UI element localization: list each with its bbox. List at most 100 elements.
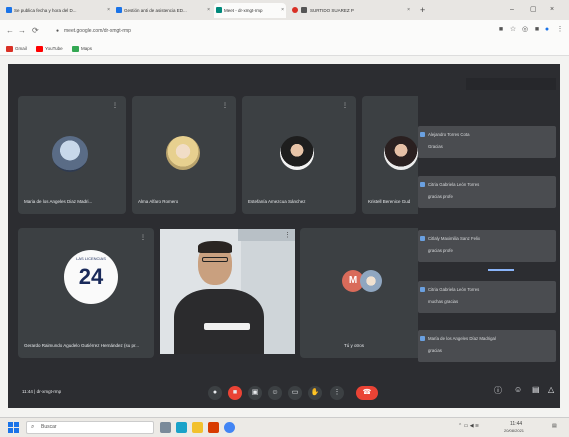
close-tab-icon[interactable]: × [107, 3, 110, 18]
presenter-hair [198, 241, 232, 253]
captions-icon[interactable]: ▣ [248, 386, 262, 400]
logo-caption: LAS LICENCIAS [76, 256, 106, 261]
taskbar-search-box[interactable]: ⌕ Buscar [26, 421, 154, 434]
people-icon[interactable]: ☺ [514, 385, 522, 394]
browser-tab[interactable]: SURTIDO SUAREZ P × [290, 3, 412, 18]
tab-favicon-icon [6, 7, 12, 13]
close-tab-icon[interactable]: × [281, 3, 284, 18]
participant-tile[interactable]: ⋮ Alma Alfaro Romero [132, 96, 236, 214]
browser-tab-bar: Se publica fecha y hora del D... × Gesti… [0, 0, 569, 20]
taskview-icon[interactable] [160, 422, 171, 433]
chat-message: Citria Gabriela León Torres muchas graci… [418, 281, 556, 313]
activities-icon[interactable]: △ [548, 385, 554, 394]
tab-label: Gestión anti de asistencia ED... [124, 8, 187, 13]
close-window-icon[interactable]: × [550, 3, 554, 17]
video-overlay-bar [204, 323, 250, 330]
more-options-icon[interactable]: ⋮ [222, 102, 228, 109]
more-icon[interactable]: ⋮ [330, 386, 344, 400]
windows-start-icon[interactable] [8, 422, 19, 433]
bookmark-youtube[interactable]: YouTube [36, 44, 63, 54]
bookmark-star-icon[interactable]: ☆ [508, 25, 518, 35]
extensions-icon[interactable]: ◎ [520, 25, 530, 35]
close-tab-icon[interactable]: × [207, 3, 210, 18]
reload-icon[interactable]: ⟳ [32, 25, 39, 37]
bookmark-label: Maps [81, 46, 93, 51]
recording-dot-icon [292, 7, 298, 13]
video-expand-icon[interactable]: ⋮ [284, 231, 291, 239]
youtube-icon [36, 46, 43, 52]
browser-tab-active[interactable]: Meet - dr-xmgt-rmp × [214, 3, 286, 18]
participant-name: Maria de los Angeles Diaz Madri... [24, 199, 93, 204]
bookmark-maps[interactable]: Maps [72, 44, 92, 54]
minimize-icon[interactable]: – [510, 3, 514, 17]
profile-avatar-icon[interactable]: ● [542, 25, 552, 35]
participant-tile[interactable]: M Tú y otros [300, 228, 418, 358]
raise-hand-icon[interactable]: ✋ [308, 386, 322, 400]
menu-dots-icon[interactable]: ⋮ [555, 25, 565, 35]
file-explorer-icon[interactable] [192, 422, 203, 433]
participant-tile[interactable]: ⋮ Maria de los Angeles Diaz Madri... [18, 96, 126, 214]
tab-favicon-icon [116, 7, 122, 13]
store-icon[interactable] [208, 422, 219, 433]
lock-icon: ● [56, 28, 60, 34]
participant-tile[interactable]: ⋮ LAS LICENCIAS 24 Gerardo Raimundo Agud… [18, 228, 154, 358]
chat-icon[interactable]: ▤ [532, 385, 540, 394]
present-icon[interactable]: ▭ [288, 386, 302, 400]
meeting-controls: 11:44 | dr-xmgt-rmp ● ■ ▣ ☺ ▭ ✋ ⋮ ☎ ⓘ ☺ … [8, 380, 560, 408]
notifications-icon[interactable]: ▤ [552, 423, 557, 429]
chat-panel-header [466, 78, 556, 90]
tab-label: Meet - dr-xmgt-rmp [224, 8, 263, 13]
new-tab-button[interactable]: + [420, 3, 425, 17]
address-bar-row: ← → ⟳ ● meet.google.com/dr-xmgt-rmp ■ ☆ … [0, 20, 569, 42]
back-icon[interactable]: ← [6, 25, 14, 37]
more-options-icon[interactable]: ⋮ [140, 234, 146, 241]
participant-name: Gerardo Raimundo Agudelo Gutiérrez Herná… [24, 343, 140, 348]
participant-tile[interactable]: Kristell Berenice Gud [362, 96, 418, 214]
chat-sender: Alejandro Torres Cota [419, 132, 470, 137]
more-options-icon[interactable]: ⋮ [342, 102, 348, 109]
chat-sender: María de los Angeles Díaz Madrigal [420, 336, 496, 341]
browser-tab[interactable]: Se publica fecha y hora del D... × [4, 3, 112, 18]
system-tray-icons[interactable]: ⌃ ▭ ◀ ≋ [458, 423, 479, 429]
extension-icon[interactable]: ■ [532, 25, 542, 35]
participant-name: Kristell Berenice Gud [368, 199, 411, 204]
maximize-icon[interactable]: ▢ [530, 3, 537, 17]
presenter-video[interactable]: ⋮ [160, 229, 295, 354]
chat-scroll-indicator[interactable] [488, 269, 514, 271]
bookmark-gmail[interactable]: Gmail [6, 44, 27, 54]
bookmarks-bar: Gmail YouTube Maps [0, 42, 569, 56]
participant-avatar [280, 136, 314, 170]
chat-text: muchas gracias [428, 299, 459, 304]
url-field[interactable]: ● meet.google.com/dr-xmgt-rmp [56, 24, 456, 38]
url-text: meet.google.com/dr-xmgt-rmp [64, 28, 131, 34]
participant-name: Tú y otros [344, 343, 365, 348]
info-icon[interactable]: ⓘ [494, 385, 502, 396]
bookmark-label: YouTube [45, 46, 63, 51]
close-tab-icon[interactable]: × [407, 3, 410, 18]
participant-name: Estefanía Amezcua Sánchez [248, 199, 306, 204]
maps-icon [72, 46, 79, 52]
search-placeholder: Buscar [41, 424, 57, 430]
camera-permission-icon[interactable]: ■ [496, 25, 506, 35]
bookmark-label: Gmail [15, 46, 27, 51]
browser-tab[interactable]: Gestión anti de asistencia ED... × [114, 3, 212, 18]
camera-off-icon[interactable]: ■ [228, 386, 242, 400]
more-options-icon[interactable]: ⋮ [112, 102, 118, 109]
chat-text: gracias profe [428, 248, 453, 253]
tab-label: SURTIDO SUAREZ P [310, 8, 354, 13]
search-icon: ⌕ [31, 424, 35, 430]
university-logo: LAS LICENCIAS 24 [64, 250, 118, 304]
chat-sender: Citria Gabriela León Torres [419, 182, 480, 187]
end-call-icon[interactable]: ☎ [356, 386, 378, 400]
forward-icon[interactable]: → [18, 25, 26, 37]
windows-taskbar: ⌕ Buscar ⌃ ▭ ◀ ≋ 11:44 20/08/2021 ▤ [0, 417, 569, 437]
chrome-icon[interactable] [224, 422, 235, 433]
participant-avatar [384, 136, 418, 170]
emoji-icon[interactable]: ☺ [268, 386, 282, 400]
chat-text: Gracias [428, 144, 443, 149]
tab-favicon-icon [301, 7, 307, 13]
mic-icon[interactable]: ● [208, 386, 222, 400]
meet-call-area: ⋮ Maria de los Angeles Diaz Madri... ⋮ A… [8, 64, 560, 408]
edge-icon[interactable] [176, 422, 187, 433]
participant-tile[interactable]: ⋮ Estefanía Amezcua Sánchez [242, 96, 356, 214]
